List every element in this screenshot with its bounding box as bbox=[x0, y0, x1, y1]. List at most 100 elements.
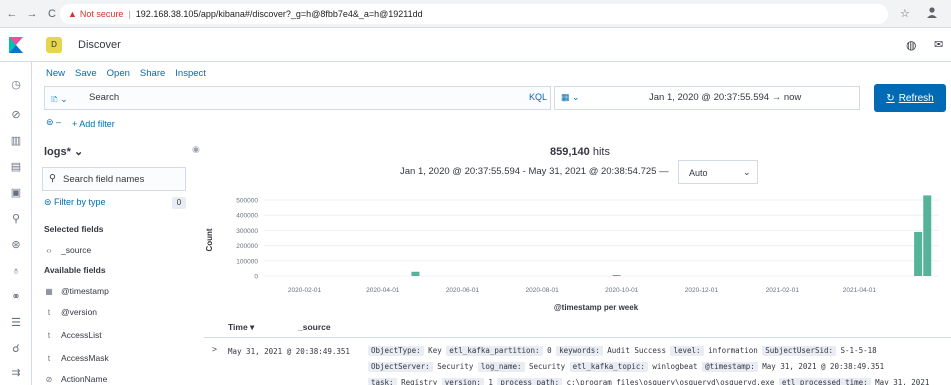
saved-query-icon[interactable]: 🗈 ⌄ bbox=[51, 92, 68, 108]
address-bar[interactable]: ▲ Not secure | 192.168.38.105/app/kibana… bbox=[60, 4, 888, 24]
field-item-version[interactable]: t @version bbox=[44, 307, 97, 317]
source-field-key: ObjectType: bbox=[368, 346, 424, 356]
source-field-key: SubjectUserSid: bbox=[762, 346, 837, 356]
ml-icon[interactable]: ⊛ bbox=[7, 236, 25, 254]
not-secure-label[interactable]: Not secure bbox=[80, 9, 124, 19]
field-item-actionname[interactable]: ⊘ ActionName bbox=[44, 374, 108, 384]
date-range-text[interactable]: Jan 1, 2020 @ 20:37:55.594 → now bbox=[649, 92, 801, 103]
field-name: @version bbox=[61, 307, 98, 317]
url-separator: | bbox=[128, 9, 131, 19]
filter-count-badge: 0 bbox=[172, 197, 186, 209]
reload-icon[interactable]: C bbox=[44, 8, 60, 20]
available-fields-title: Available fields bbox=[44, 265, 106, 275]
collapse-nav-icon[interactable]: ⇉ bbox=[7, 364, 25, 382]
search-input[interactable]: Search bbox=[89, 92, 119, 103]
field-name: _source bbox=[61, 245, 92, 255]
logs-icon[interactable]: ☰ bbox=[7, 314, 25, 332]
table-header: Time ▾ _source bbox=[204, 318, 951, 338]
top-menu: New Save Open Share Inspect bbox=[46, 68, 206, 79]
sort-down-icon: ▾ bbox=[247, 322, 255, 332]
y-tick-label: 400000 bbox=[236, 213, 258, 220]
date-picker[interactable]: ▦ ⌄ Jan 1, 2020 @ 20:37:55.594 → now bbox=[554, 86, 860, 110]
field-item-accesslist[interactable]: t AccessList bbox=[44, 330, 102, 340]
source-field-value: Registry bbox=[396, 378, 442, 385]
calendar-icon[interactable]: ▦ ⌄ bbox=[561, 92, 580, 103]
filter-options-icon[interactable]: ⊜ – bbox=[46, 117, 61, 128]
interval-value: Auto bbox=[689, 168, 708, 178]
y-tick-label: 300000 bbox=[236, 228, 258, 235]
source-line: ObjectServer: Security log_name: Securit… bbox=[368, 362, 951, 376]
time-column-header[interactable]: Time ▾ bbox=[228, 322, 254, 333]
bookmark-star-icon[interactable]: ☆ bbox=[900, 7, 910, 20]
hits-label: hits bbox=[592, 146, 610, 158]
menu-share[interactable]: Share bbox=[140, 68, 165, 79]
histogram-chart[interactable]: 500000 400000 300000 200000 100000 0 2020-02-… bbox=[204, 188, 944, 316]
chart-bar[interactable] bbox=[612, 275, 621, 276]
kibana-logo-icon[interactable] bbox=[9, 37, 23, 53]
dashboard-icon[interactable]: ▤ bbox=[7, 158, 25, 176]
mail-icon[interactable]: ✉ bbox=[934, 38, 943, 51]
kql-toggle[interactable]: KQL bbox=[529, 92, 547, 102]
discover-compass-icon[interactable]: ⊘ bbox=[7, 106, 25, 124]
x-tick-label: 2020-12-01 bbox=[685, 287, 719, 294]
field-item-timestamp[interactable]: ▦ @timestamp bbox=[44, 286, 109, 296]
add-filter-button[interactable]: + Add filter bbox=[72, 119, 115, 129]
back-arrow-icon[interactable]: ← bbox=[4, 8, 20, 20]
menu-inspect[interactable]: Inspect bbox=[175, 68, 206, 79]
field-item-source[interactable]: ‹› _source bbox=[44, 245, 91, 255]
graph-icon[interactable]: ⚭ bbox=[7, 288, 25, 306]
source-field-value: information bbox=[703, 346, 763, 355]
field-search-input[interactable]: ⚲ Search field names bbox=[42, 167, 186, 191]
field-item-accessmask[interactable]: t AccessMask bbox=[44, 353, 109, 363]
uptime-icon[interactable]: ☌ bbox=[7, 340, 25, 358]
selected-fields-title: Selected fields bbox=[44, 224, 104, 234]
x-axis-label: @timestamp per week bbox=[554, 303, 639, 312]
field-name: AccessList bbox=[61, 330, 102, 340]
row-timestamp: May 31, 2021 @ 20:38:49.351 bbox=[228, 347, 350, 356]
x-tick-label: 2021-02-01 bbox=[766, 287, 800, 294]
query-bar[interactable]: 🗈 ⌄ Search KQL bbox=[44, 86, 551, 110]
menu-new[interactable]: New bbox=[46, 68, 65, 79]
menu-save[interactable]: Save bbox=[75, 68, 97, 79]
string-type-icon: t bbox=[47, 307, 51, 317]
filter-by-type-label: Filter by type bbox=[54, 197, 106, 207]
source-line: task: Registry version: 1 process_path: … bbox=[368, 378, 951, 385]
menu-open[interactable]: Open bbox=[107, 68, 130, 79]
index-pattern-selector[interactable]: logs* ⌄ bbox=[44, 145, 83, 158]
clock-icon[interactable]: ◷ bbox=[7, 76, 25, 94]
maps-icon[interactable]: ⚲ bbox=[7, 210, 25, 228]
infra-icon[interactable]: ♁ bbox=[7, 262, 25, 280]
chart-bar[interactable] bbox=[923, 195, 932, 276]
y-tick-label: 200000 bbox=[236, 243, 258, 250]
source-field-key: level: bbox=[670, 346, 704, 356]
chart-bar[interactable] bbox=[914, 231, 923, 276]
source-field-key: ObjectServer: bbox=[368, 362, 433, 372]
chart-bar[interactable] bbox=[411, 271, 420, 276]
expand-row-icon[interactable]: > bbox=[212, 344, 217, 354]
filter-icon: ⊜ bbox=[44, 197, 55, 207]
source-type-icon: ‹› bbox=[46, 245, 52, 255]
visualize-icon[interactable]: ▥ bbox=[7, 132, 25, 150]
source-field-value: 0 bbox=[542, 346, 557, 355]
x-tick-label: 2020-04-01 bbox=[366, 287, 400, 294]
profile-icon[interactable] bbox=[925, 5, 939, 19]
source-field-key: task: bbox=[368, 378, 397, 385]
chevron-down-icon: ⌄ bbox=[743, 167, 751, 177]
interval-select[interactable]: Auto ⌄ bbox=[678, 160, 758, 184]
space-avatar[interactable]: D bbox=[46, 37, 62, 53]
filter-by-type-button[interactable]: ⊜ Filter by type bbox=[44, 197, 106, 208]
histogram-range: Jan 1, 2020 @ 20:37:55.594 - May 31, 202… bbox=[400, 166, 669, 177]
url-text[interactable]: 192.168.38.105/app/kibana#/discover?_g=h… bbox=[136, 9, 423, 19]
source-field-key: etl_processed_time: bbox=[778, 378, 871, 385]
canvas-icon[interactable]: ▣ bbox=[7, 184, 25, 202]
refresh-button[interactable]: ↻ Refresh bbox=[874, 84, 946, 112]
source-field-key: process_path: bbox=[497, 378, 563, 385]
source-field-key: log_name: bbox=[477, 362, 525, 372]
forward-arrow-icon[interactable]: → bbox=[24, 8, 40, 20]
source-field-value: May 31, 2021 @ 20:38:49.351 bbox=[757, 362, 885, 371]
source-field-value: Audit Success bbox=[602, 346, 671, 355]
x-tick-label: 2020-08-01 bbox=[525, 287, 559, 294]
source-field-key: @timestamp: bbox=[702, 362, 758, 372]
collapse-sidebar-icon[interactable]: ◉ bbox=[192, 144, 200, 155]
help-icon[interactable]: ◍ bbox=[906, 38, 916, 52]
